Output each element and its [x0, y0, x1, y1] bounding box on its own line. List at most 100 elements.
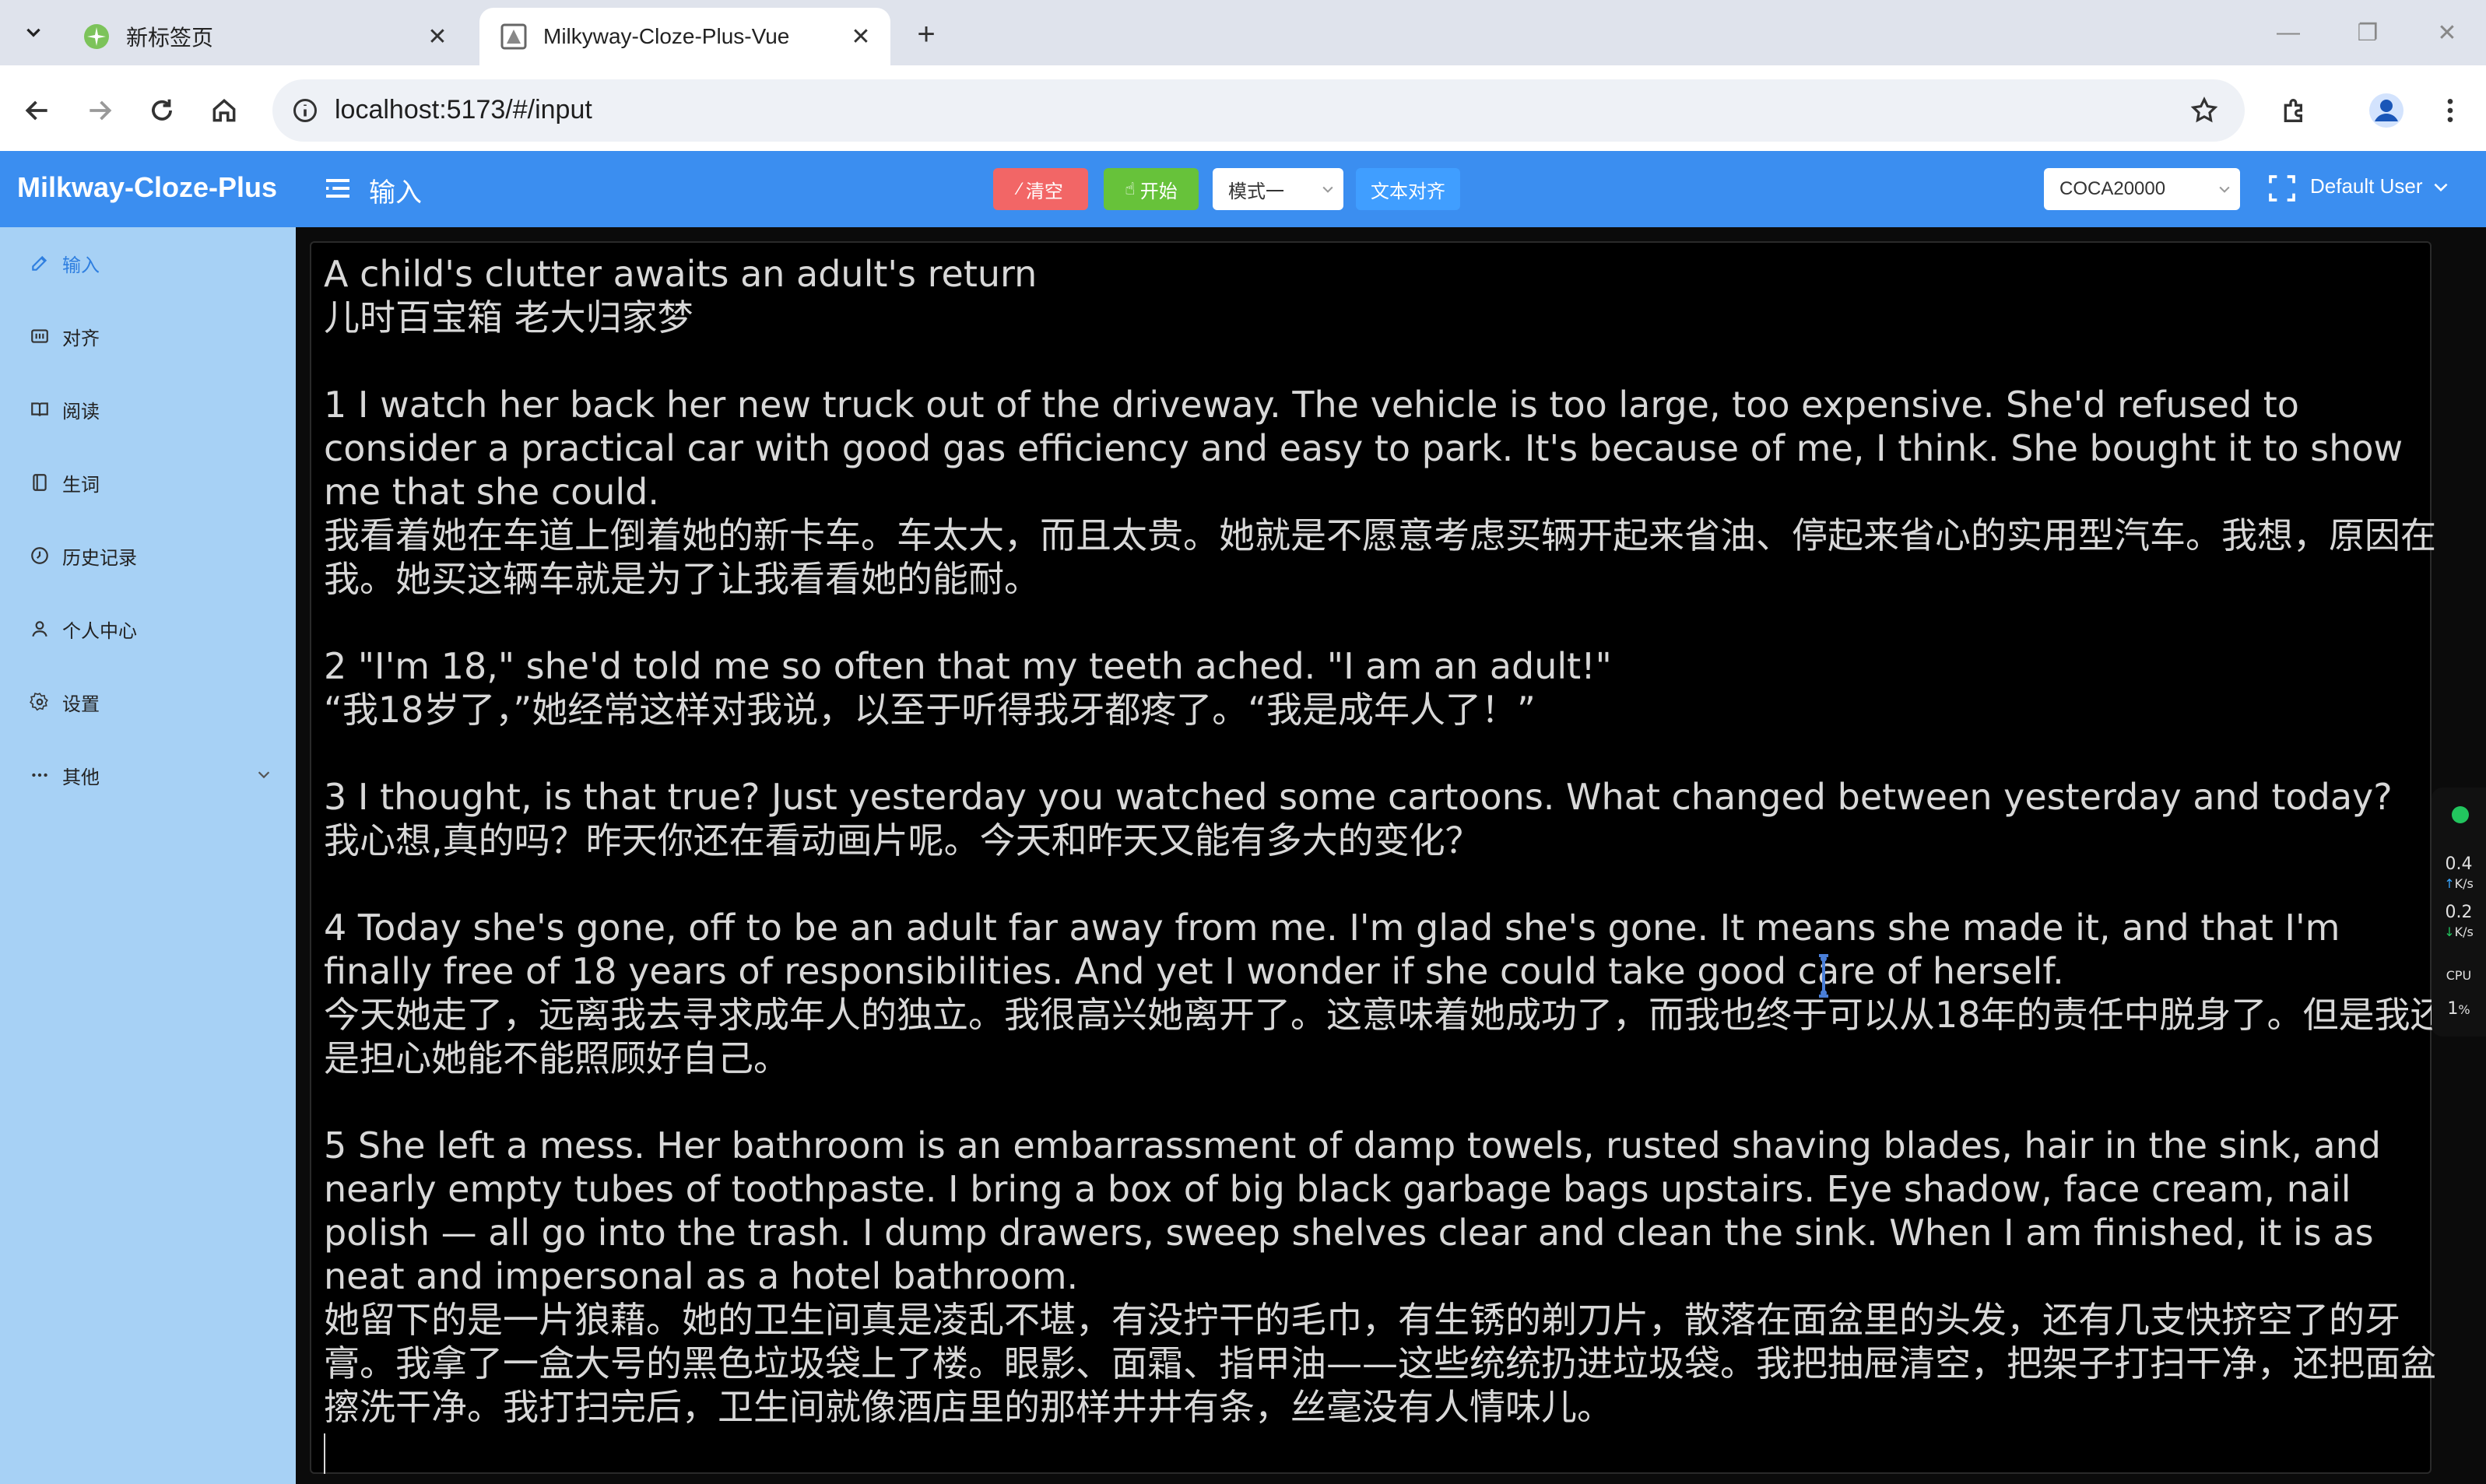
text-editor[interactable]: A child's clutter awaits an adult's retu… [310, 241, 2446, 1474]
arrow-down-icon: ↓ [2444, 924, 2455, 939]
site-info-icon[interactable] [286, 92, 324, 129]
clear-button[interactable]: ⁄ 清空 [993, 168, 1088, 210]
editor-line: 我心想,真的吗？昨天你还在看动画片呢。今天和昨天又能有多大的变化？ [324, 819, 1481, 861]
sidebar-item-label: 其他 [62, 767, 100, 788]
text-align-button[interactable]: 文本对齐 [1356, 168, 1460, 210]
chevron-down-icon [2209, 181, 2240, 197]
extensions-icon[interactable] [2273, 89, 2316, 132]
user-name: Default User [2310, 174, 2423, 198]
pointer-icon: ☝ [1125, 179, 1136, 198]
sidebar-item-read[interactable]: 阅读 [28, 391, 100, 428]
clear-button-label: 清空 [1025, 181, 1063, 202]
sidebar-item-profile[interactable]: 个人中心 [28, 610, 137, 647]
newtab-favicon-icon [83, 23, 111, 51]
start-button[interactable]: ☝ 开始 [1104, 168, 1199, 210]
menu-toggle-icon[interactable] [322, 173, 353, 204]
user-menu[interactable]: Default User [2310, 174, 2451, 198]
download-unit-label: K/s [2454, 924, 2474, 939]
window-close-icon[interactable]: ✕ [2427, 14, 2467, 51]
minimize-icon[interactable]: — [2268, 14, 2309, 51]
mode-select-value: 模式一 [1228, 181, 1284, 202]
home-icon[interactable] [204, 90, 244, 131]
sidebar-item-history[interactable]: 历史记录 [28, 537, 137, 574]
browser-tab-newtab[interactable]: 新标签页 ✕ [62, 8, 467, 65]
back-icon[interactable] [17, 90, 58, 131]
text-cursor-icon [1819, 954, 1828, 998]
editor-line: 3 I thought, is that true? Just yesterda… [324, 776, 2393, 818]
sidebar-item-settings[interactable]: 设置 [28, 683, 100, 721]
dictionary-select-value: COCA20000 [2059, 178, 2166, 199]
cpu-unit: % [2458, 1002, 2470, 1017]
bookmark-star-icon[interactable] [2184, 90, 2224, 131]
sidebar-item-vocab[interactable]: 生词 [28, 464, 100, 501]
editor-line: “我18岁了，”她经常这样对我说，以至于听得我牙都疼了。“我是成年人了！” [324, 689, 1536, 731]
fullscreen-icon[interactable] [2267, 173, 2298, 204]
more-icon [28, 763, 51, 787]
app-favicon-icon [500, 23, 528, 51]
sidebar-item-label: 输入 [62, 254, 100, 276]
book-icon [28, 398, 51, 421]
sidebar-item-input[interactable]: 输入 [28, 244, 100, 282]
close-icon[interactable]: ✕ [422, 21, 453, 52]
close-icon[interactable]: ✕ [845, 21, 876, 52]
sidebar-item-align[interactable]: 对齐 [28, 317, 100, 355]
browser-tab-app[interactable]: Milkyway-Cloze-Plus-Vue ✕ [479, 8, 890, 65]
sidebar-item-label: 历史记录 [62, 547, 137, 569]
download-unit: ↓K/s [2432, 924, 2486, 939]
browser-toolbar: localhost:5173/#/input [0, 65, 2486, 151]
reload-icon[interactable] [142, 90, 182, 131]
editor-line: 5 She left a mess. Her bathroom is an em… [324, 1124, 2381, 1297]
cpu-value-number: 1 [2447, 999, 2459, 1019]
profile-avatar-icon[interactable] [2365, 89, 2408, 132]
editor-line: 4 Today she's gone, off to be an adult f… [324, 907, 2340, 992]
tab-title: 新标签页 [126, 26, 214, 50]
chevron-down-icon[interactable] [252, 763, 276, 786]
arrow-up-icon: ↑ [2444, 876, 2455, 891]
edit-icon [28, 251, 51, 275]
editor-line: 她留下的是一片狼藉。她的卫生间真是凌乱不堪，有没拧干的毛巾，有生锈的剃刀片，散落… [324, 1299, 2436, 1428]
gear-icon [28, 690, 51, 714]
download-speed: 0.2 [2445, 903, 2473, 922]
sidebar-item-label: 个人中心 [62, 620, 137, 642]
upload-unit-label: K/s [2454, 876, 2474, 891]
app-header: Milkway-Cloze-Plus 输入 ⁄ 清空 ☝ 开始 模式一 文本对齐… [0, 151, 2486, 227]
sidebar-item-label: 生词 [62, 474, 100, 496]
cpu-label: CPU [2446, 968, 2472, 983]
chevron-down-icon [1312, 181, 1343, 197]
editor-line: 我看着她在车道上倒着她的新卡车。车太大，而且太贵。她就是不愿意考虑买辆开起来省油… [324, 514, 2436, 600]
editor-line: A child's clutter awaits an adult's retu… [324, 253, 1038, 295]
tab-title: Milkyway-Cloze-Plus-Vue [543, 24, 790, 48]
new-tab-button[interactable]: + [908, 16, 945, 53]
chevron-down-icon [26, 28, 40, 37]
restore-icon[interactable]: ❐ [2347, 14, 2388, 51]
browser-menu-icon[interactable] [2428, 89, 2472, 132]
dictionary-select[interactable]: COCA20000 [2044, 168, 2240, 210]
upload-unit: ↑K/s [2432, 876, 2486, 891]
sidebar-item-other[interactable]: 其他 [28, 756, 100, 794]
sidebar: 输入 对齐 阅读 生词 历史记录 个人中心 设置 其他 [0, 227, 296, 1484]
tab-search-button[interactable] [11, 11, 56, 53]
upload-speed: 0.4 [2445, 854, 2473, 874]
status-dot [2452, 806, 2469, 823]
sidebar-item-label: 对齐 [62, 328, 100, 349]
page-title: 输入 [369, 178, 422, 208]
notebook-icon [28, 471, 51, 494]
editor-line: 2 "I'm 18," she'd told me so often that … [324, 645, 1612, 687]
sidebar-item-label: 阅读 [62, 401, 100, 423]
user-icon [28, 617, 51, 640]
chevron-down-icon [2433, 183, 2448, 191]
app-brand[interactable]: Milkway-Cloze-Plus [17, 171, 277, 204]
text-caret [324, 1433, 325, 1474]
browser-tabstrip: 新标签页 ✕ Milkyway-Cloze-Plus-Vue ✕ + — ❐ ✕ [0, 0, 2486, 65]
sidebar-item-label: 设置 [62, 693, 100, 715]
editor-content: A child's clutter awaits an adult's retu… [324, 252, 2456, 1474]
forward-icon[interactable] [79, 90, 120, 131]
editor-line: 1 I watch her back her new truck out of … [324, 384, 2403, 513]
editor-line: 今天她走了，远离我去寻求成年人的独立。我很高兴她离开了。这意味着她成功了，而我也… [324, 994, 2446, 1079]
start-button-label: 开始 [1139, 181, 1178, 202]
history-icon [28, 544, 51, 567]
clear-icon: ⁄ [1018, 179, 1021, 198]
mode-select[interactable]: 模式一 [1213, 168, 1343, 210]
system-monitor-widget[interactable]: 0.4 ↑K/s 0.2 ↓K/s CPU 1% [2432, 788, 2486, 1037]
address-bar[interactable]: localhost:5173/#/input [272, 79, 2245, 142]
